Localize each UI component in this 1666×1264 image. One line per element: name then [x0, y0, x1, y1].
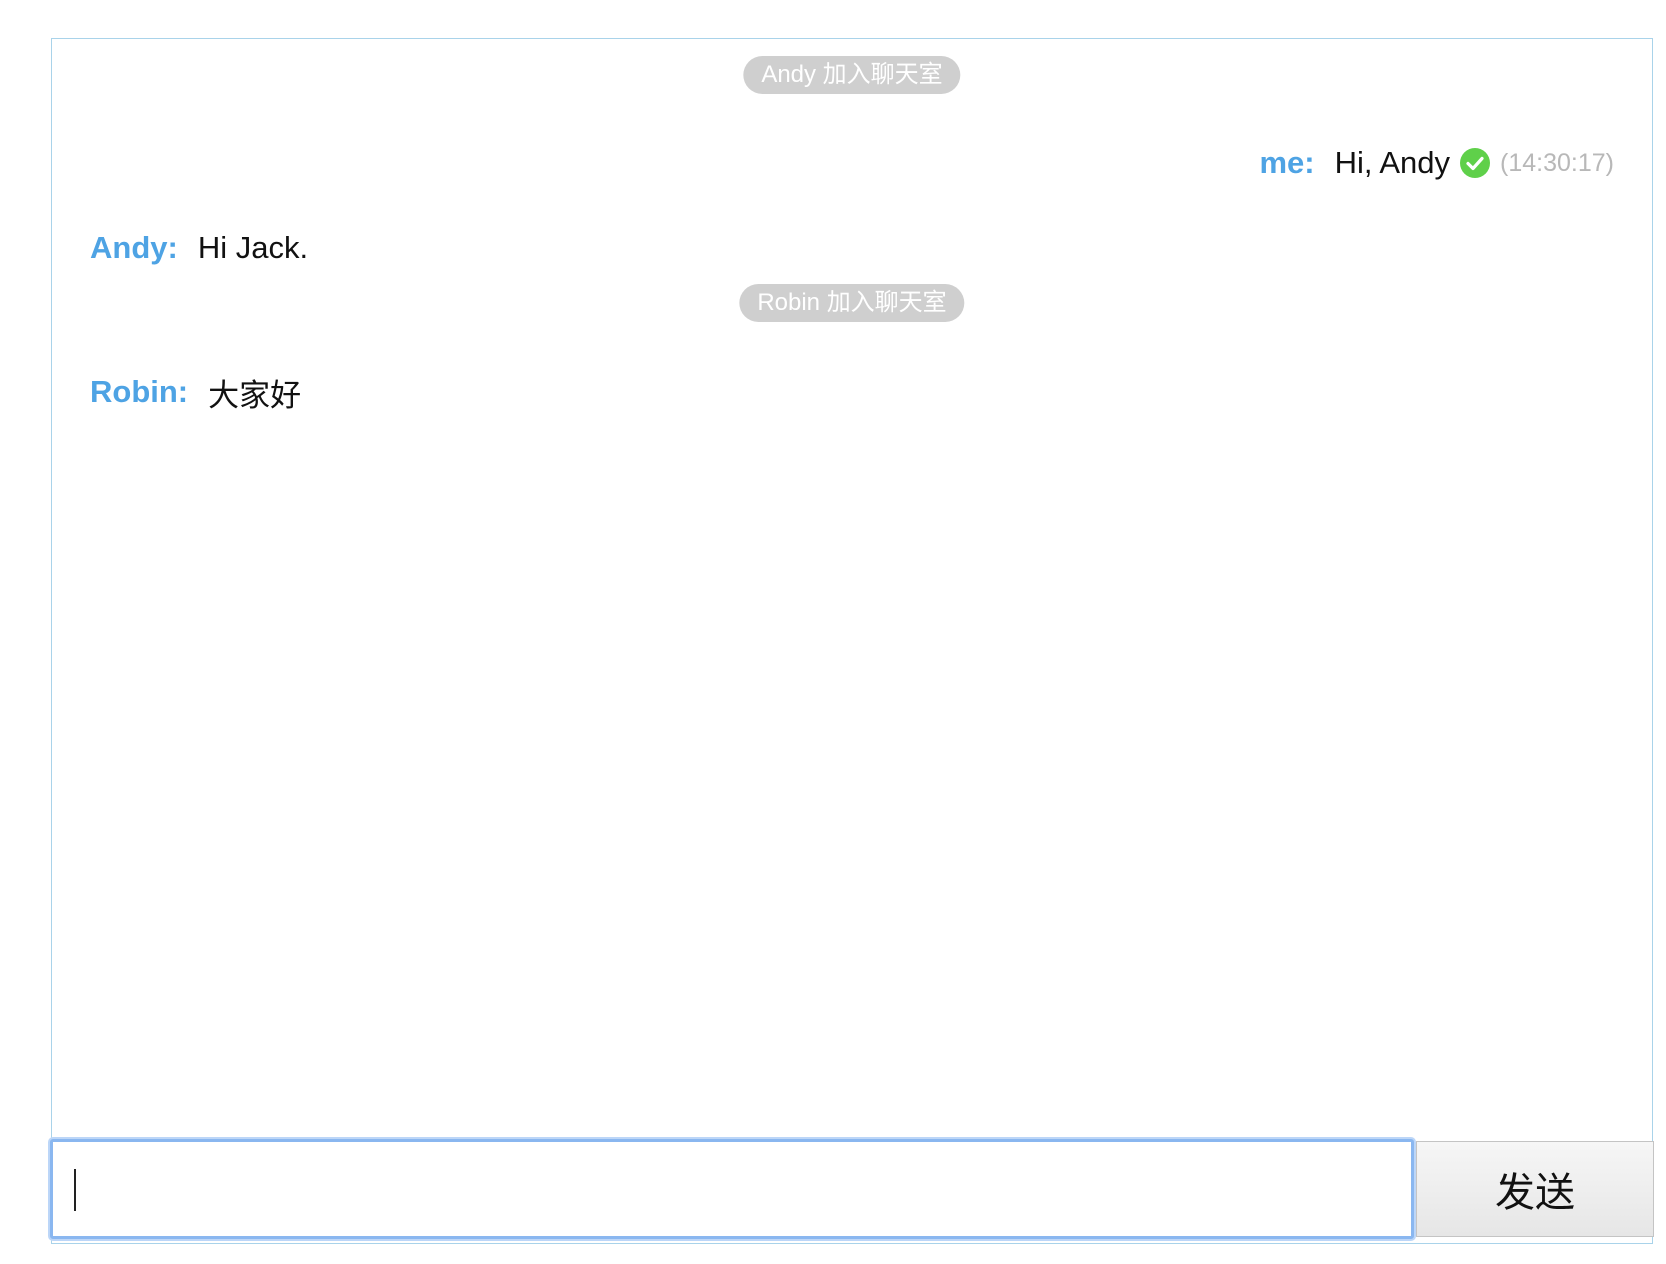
message-timestamp: (14:30:17) — [1500, 148, 1614, 177]
sender-label: me: — [1259, 145, 1315, 180]
message-from-andy: Andy: Hi Jack. — [90, 228, 308, 268]
send-button[interactable]: 发送 — [1416, 1141, 1654, 1237]
message-from-robin: Robin: 大家好 — [90, 372, 302, 413]
message-list: Andy 加入聊天室 me: Hi, Andy (14:30:17) Andy:… — [52, 39, 1652, 1139]
sender-label: Andy: — [90, 230, 178, 265]
message-text: 大家好 — [208, 377, 302, 413]
message-input[interactable] — [50, 1139, 1414, 1239]
check-circle-icon — [1460, 148, 1491, 178]
system-notice-andy-joined: Andy 加入聊天室 — [743, 56, 961, 94]
composer: 发送 — [50, 1139, 1654, 1245]
message-from-me: me: Hi, Andy (14:30:17) — [1259, 143, 1614, 183]
sender-label: Robin: — [90, 374, 189, 409]
message-text: Hi, Andy — [1334, 145, 1451, 180]
message-text: Hi Jack. — [197, 230, 309, 265]
system-notice-robin-joined: Robin 加入聊天室 — [739, 284, 965, 322]
text-caret — [74, 1169, 76, 1211]
chat-window: Andy 加入聊天室 me: Hi, Andy (14:30:17) Andy:… — [50, 38, 1654, 1245]
